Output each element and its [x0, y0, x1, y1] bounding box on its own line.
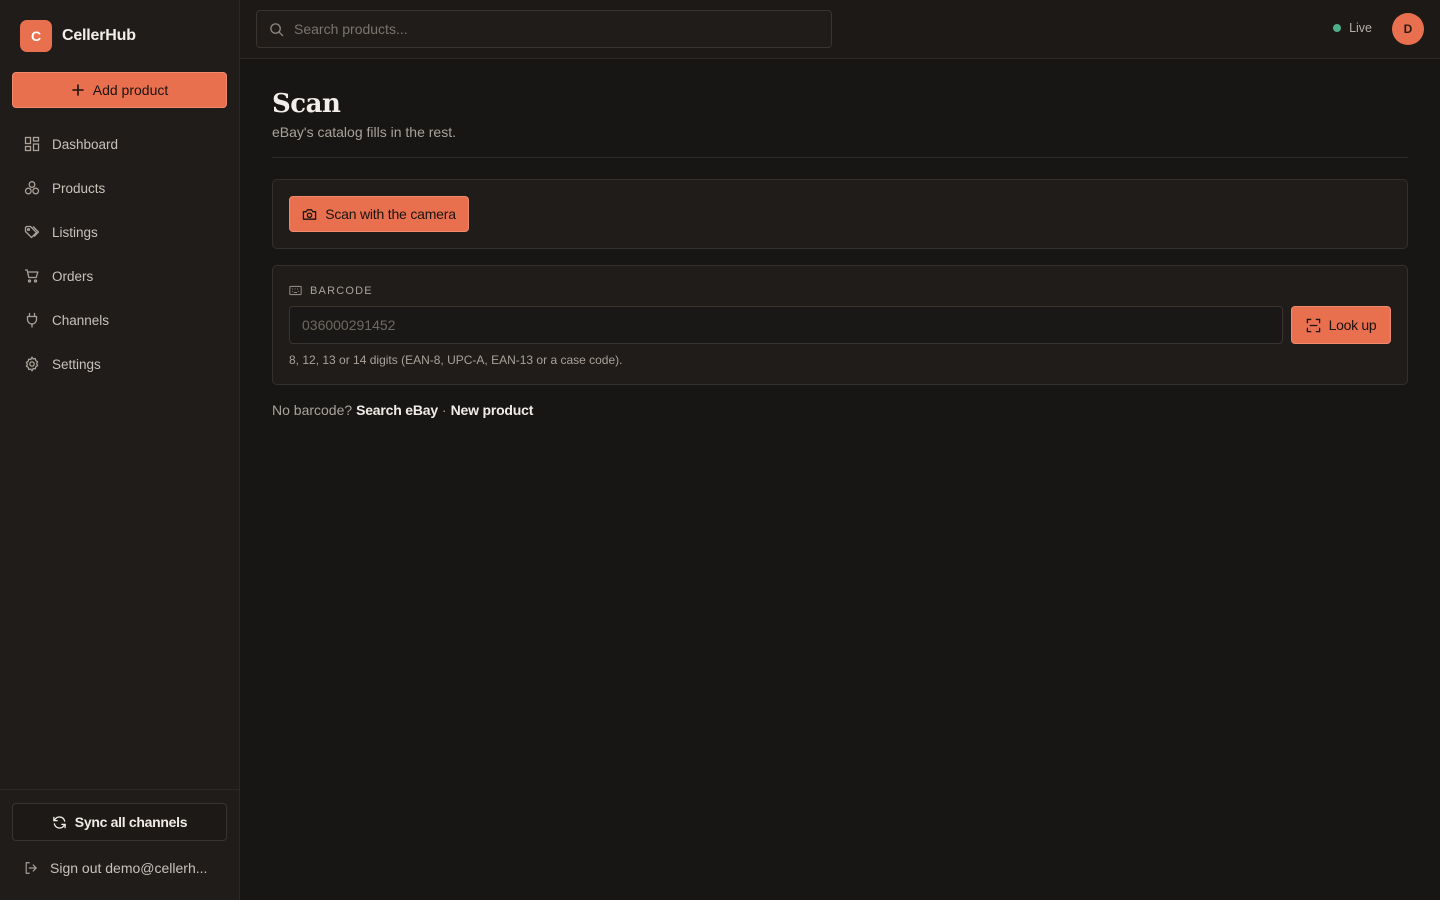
look-up-label: Look up [1328, 317, 1377, 333]
barcode-help-text: 8, 12, 13 or 14 digits (EAN-8, UPC-A, EA… [289, 353, 623, 367]
tag-icon [24, 224, 40, 240]
barcode-label-text: BARCODE [310, 284, 373, 297]
brand[interactable]: C CellerHub [20, 20, 136, 52]
barcode-card: BARCODE Look up 8, 12, 13 or 14 digits (… [272, 265, 1408, 385]
refresh-icon [52, 815, 67, 830]
dashboard-icon [24, 136, 40, 152]
sidebar-item-label: Dashboard [52, 136, 119, 152]
sync-label: Sync all channels [74, 814, 188, 830]
sidebar-footer: Sync all channels Sign out demo@cellerh.… [0, 789, 239, 900]
avatar[interactable]: D [1392, 13, 1424, 45]
scan-camera-button[interactable]: Scan with the camera [289, 196, 469, 232]
page-title: Scan [272, 89, 341, 119]
sign-out-icon [24, 861, 38, 875]
no-barcode-row: No barcode? Search eBay · New product [272, 402, 533, 418]
add-product-label: Add product [92, 82, 169, 98]
sidebar-item-dashboard[interactable]: Dashboard [12, 122, 227, 166]
search-ebay-link[interactable]: Search eBay [356, 402, 438, 418]
camera-icon [302, 207, 317, 222]
search-icon [269, 22, 284, 37]
add-product-button[interactable]: Add product [12, 72, 227, 108]
look-up-button[interactable]: Look up [1291, 306, 1391, 344]
sidebar-item-label: Settings [52, 356, 101, 372]
search-input[interactable] [294, 21, 814, 37]
page-subtitle: eBay's catalog fills in the rest. [272, 124, 456, 140]
brand-name: CellerHub [62, 27, 136, 44]
live-status-label: Live [1349, 21, 1372, 35]
sidebar-nav: Dashboard Products Listings Orders Chann… [12, 122, 227, 386]
scan-frame-icon [1306, 318, 1321, 333]
scan-camera-label: Scan with the camera [325, 206, 456, 222]
no-barcode-prefix: No barcode? [272, 402, 353, 418]
barcode-input[interactable] [289, 306, 1283, 344]
products-icon [24, 180, 40, 196]
separator: · [441, 402, 447, 418]
sidebar-item-label: Orders [52, 268, 94, 284]
new-product-link[interactable]: New product [451, 402, 534, 418]
divider [272, 157, 1408, 158]
sidebar-item-channels[interactable]: Channels [12, 298, 227, 342]
sidebar-item-orders[interactable]: Orders [12, 254, 227, 298]
status-dot-icon [1333, 24, 1342, 32]
sidebar-item-products[interactable]: Products [12, 166, 227, 210]
barcode-label: BARCODE [289, 284, 373, 297]
plus-icon [71, 83, 85, 97]
sidebar-item-label: Channels [52, 312, 110, 328]
sidebar: C CellerHub Add product Dashboard Produc… [0, 0, 240, 900]
gear-icon [24, 356, 40, 372]
sidebar-item-label: Listings [52, 224, 98, 240]
brand-logo: C [20, 20, 52, 52]
cart-icon [24, 268, 40, 284]
search-box[interactable] [256, 10, 832, 48]
plug-icon [24, 312, 40, 328]
top-bar: Live D [240, 0, 1440, 59]
camera-card: Scan with the camera [272, 179, 1408, 249]
sign-out-label: Sign out demo@cellerh... [50, 860, 208, 876]
sidebar-item-label: Products [52, 180, 106, 196]
keyboard-icon [289, 284, 302, 297]
sidebar-item-listings[interactable]: Listings [12, 210, 227, 254]
live-status: Live [1333, 21, 1372, 35]
sync-all-channels-button[interactable]: Sync all channels [12, 803, 227, 841]
sidebar-item-settings[interactable]: Settings [12, 342, 227, 386]
sign-out-link[interactable]: Sign out demo@cellerh... [24, 860, 207, 876]
